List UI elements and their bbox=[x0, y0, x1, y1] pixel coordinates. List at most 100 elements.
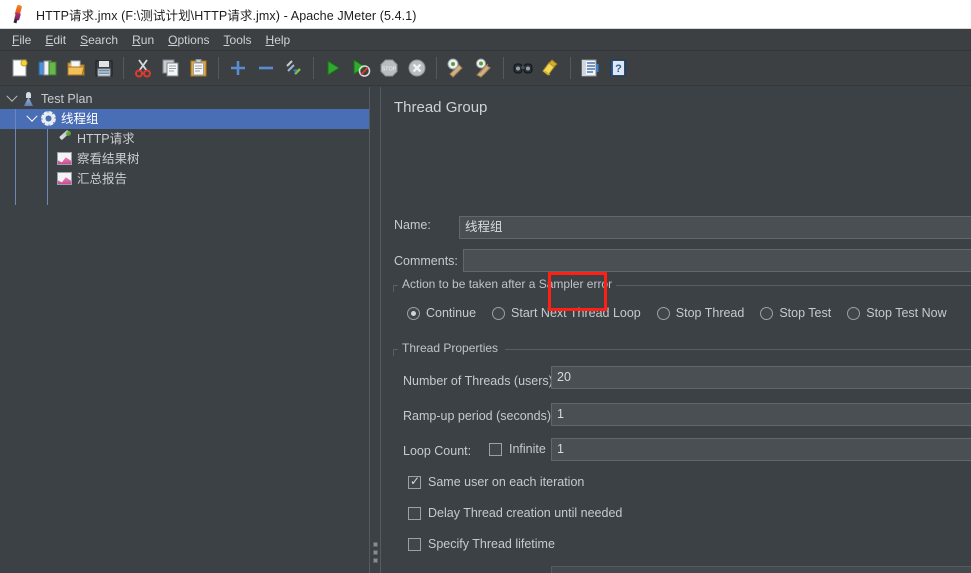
toolbar-separator bbox=[313, 57, 314, 79]
clear-icon[interactable] bbox=[442, 54, 470, 82]
toolbar-separator bbox=[570, 57, 571, 79]
toolbar-separator bbox=[218, 57, 219, 79]
open-icon[interactable] bbox=[62, 54, 90, 82]
test-plan-tree[interactable]: Test Plan 线程组 HTTP请求 察看结果树 汇总报告 bbox=[0, 87, 369, 573]
tree-node-view-results-tree[interactable]: 察看结果树 bbox=[0, 149, 369, 169]
sampler-error-legend: Action to be taken after a Sampler error bbox=[398, 277, 617, 291]
menu-tools[interactable]: Tools bbox=[217, 31, 259, 49]
tree-guide-line bbox=[15, 129, 16, 205]
name-input[interactable]: 线程组 bbox=[459, 216, 971, 239]
svg-text:?: ? bbox=[615, 63, 622, 75]
page-title: Thread Group bbox=[394, 99, 488, 116]
http-request-icon bbox=[56, 129, 73, 147]
tree-node-label: 察看结果树 bbox=[77, 152, 140, 166]
same-user-checkbox[interactable] bbox=[408, 474, 421, 489]
radio-start-next-thread-loop[interactable]: Start Next Thread Loop bbox=[492, 306, 641, 320]
tree-node-http-request[interactable]: HTTP请求 bbox=[0, 129, 369, 149]
comments-row: Comments: bbox=[394, 254, 459, 268]
tree-node-thread-group[interactable]: 线程组 bbox=[0, 109, 369, 129]
radio-stop-thread[interactable]: Stop Thread bbox=[656, 306, 745, 320]
menu-bar: File Edit Search Run Options Tools Help bbox=[0, 29, 971, 51]
menu-help[interactable]: Help bbox=[259, 31, 298, 49]
start-icon[interactable] bbox=[319, 54, 347, 82]
chevron-down-icon[interactable] bbox=[24, 110, 40, 127]
tree-node-label: Test Plan bbox=[41, 92, 93, 106]
specify-lifetime-checkbox-row[interactable]: Specify Thread lifetime bbox=[408, 537, 555, 551]
rampup-label: Ramp-up period (seconds): bbox=[403, 409, 555, 423]
num-threads-input[interactable]: 20 bbox=[551, 366, 971, 389]
groupbox-border-top-right bbox=[505, 349, 971, 350]
infinite-checkbox-row[interactable]: Infinite bbox=[489, 442, 546, 456]
groupbox-border-left bbox=[393, 349, 394, 356]
radio-dot bbox=[760, 306, 774, 320]
title-bar: HTTP请求.jmx (F:\测试计划\HTTP请求.jmx) - Apache… bbox=[0, 0, 971, 29]
loop-count-label: Loop Count: bbox=[403, 444, 472, 458]
help-icon[interactable]: ? bbox=[604, 54, 632, 82]
copy-icon[interactable] bbox=[157, 54, 185, 82]
name-row: Name: bbox=[394, 218, 459, 232]
specify-lifetime-label: Specify Thread lifetime bbox=[428, 537, 555, 551]
radio-label: Continue bbox=[426, 306, 477, 320]
clear-all-icon[interactable] bbox=[470, 54, 498, 82]
menu-options[interactable]: Options bbox=[161, 31, 216, 49]
radio-continue[interactable]: Continue bbox=[407, 306, 476, 320]
chevron-down-icon[interactable] bbox=[4, 90, 20, 107]
radio-label: Start Next Thread Loop bbox=[511, 306, 641, 320]
paste-icon[interactable] bbox=[185, 54, 213, 82]
tree-node-summary-report[interactable]: 汇总报告 bbox=[0, 169, 369, 189]
window-title: HTTP请求.jmx (F:\测试计划\HTTP请求.jmx) - Apache… bbox=[36, 8, 417, 23]
templates-icon[interactable] bbox=[34, 54, 62, 82]
shutdown-icon[interactable] bbox=[403, 54, 431, 82]
same-user-label: Same user on each iteration bbox=[428, 475, 585, 489]
summary-report-icon bbox=[56, 171, 73, 187]
comments-input[interactable] bbox=[463, 249, 971, 272]
duration-input[interactable] bbox=[551, 566, 971, 573]
view-results-tree-icon bbox=[56, 151, 73, 167]
test-plan-icon bbox=[20, 91, 37, 107]
delay-thread-label: Delay Thread creation until needed bbox=[428, 506, 623, 520]
radio-stop-test[interactable]: Stop Test bbox=[760, 306, 831, 320]
cut-icon[interactable] bbox=[129, 54, 157, 82]
delay-thread-checkbox[interactable] bbox=[408, 506, 421, 520]
tree-guide-line bbox=[15, 109, 16, 129]
menu-search[interactable]: Search bbox=[73, 31, 125, 49]
name-label: Name: bbox=[394, 218, 431, 232]
groupbox-border-top-right bbox=[577, 285, 971, 286]
menu-file[interactable]: File bbox=[5, 31, 38, 49]
reset-search-icon[interactable] bbox=[537, 54, 565, 82]
radio-dot bbox=[492, 306, 506, 320]
radio-label: Stop Test bbox=[779, 306, 832, 320]
sampler-error-radio-group: Continue Start Next Thread Loop Stop Thr… bbox=[407, 306, 963, 320]
thread-properties-groupbox: Thread Properties bbox=[393, 341, 971, 356]
delay-thread-checkbox-row[interactable]: Delay Thread creation until needed bbox=[408, 506, 622, 520]
expand-all-icon[interactable] bbox=[224, 54, 252, 82]
menu-run[interactable]: Run bbox=[125, 31, 161, 49]
infinite-checkbox[interactable] bbox=[489, 442, 502, 456]
specify-lifetime-checkbox[interactable] bbox=[408, 537, 421, 551]
save-icon[interactable] bbox=[90, 54, 118, 82]
svg-text:STOP: STOP bbox=[382, 66, 397, 72]
radio-label: Stop Thread bbox=[675, 306, 745, 320]
toolbar-separator bbox=[436, 57, 437, 79]
rampup-input[interactable]: 1 bbox=[551, 403, 971, 426]
radio-label: Stop Test Now bbox=[866, 306, 947, 320]
stop-icon[interactable]: STOP bbox=[375, 54, 403, 82]
tree-node-test-plan[interactable]: Test Plan bbox=[0, 89, 369, 109]
jmeter-window: HTTP请求.jmx (F:\测试计划\HTTP请求.jmx) - Apache… bbox=[0, 0, 971, 573]
menu-edit[interactable]: Edit bbox=[38, 31, 73, 49]
same-user-checkbox-row[interactable]: Same user on each iteration bbox=[408, 474, 585, 489]
split-grip[interactable] bbox=[373, 542, 378, 566]
tree-guide-line bbox=[47, 129, 48, 205]
new-icon[interactable] bbox=[6, 54, 34, 82]
start-no-pauses-icon[interactable] bbox=[347, 54, 375, 82]
toggle-icon[interactable] bbox=[280, 54, 308, 82]
thread-group-editor: Thread Group Name: 线程组 Comments: Action … bbox=[381, 87, 971, 573]
thread-group-icon bbox=[40, 111, 57, 127]
loop-count-input[interactable]: 1 bbox=[551, 438, 971, 461]
function-helper-icon[interactable] bbox=[576, 54, 604, 82]
split-pane-divider[interactable] bbox=[369, 87, 381, 573]
thread-properties-legend: Thread Properties bbox=[398, 341, 503, 355]
radio-stop-test-now[interactable]: Stop Test Now bbox=[847, 306, 947, 320]
search-icon[interactable] bbox=[509, 54, 537, 82]
collapse-all-icon[interactable] bbox=[252, 54, 280, 82]
